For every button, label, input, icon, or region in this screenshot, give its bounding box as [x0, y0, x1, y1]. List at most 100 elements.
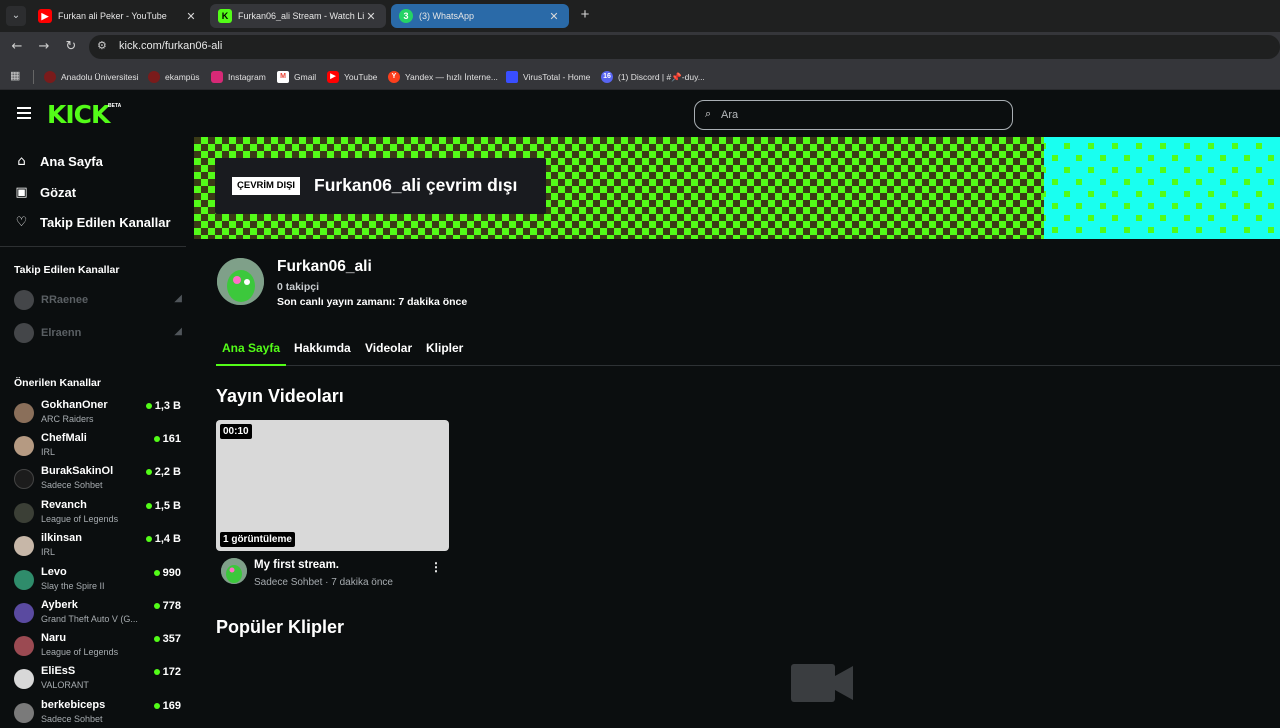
recommended-channel[interactable]: ilkinsan IRL 1,4 B	[14, 531, 184, 561]
recommended-channel[interactable]: EliEsS VALORANT 172	[14, 664, 184, 694]
channel-name: EliEsS	[41, 665, 76, 677]
channel-category: League of Legends	[41, 514, 119, 524]
avatar	[14, 503, 34, 523]
tab-clips[interactable]: Klipler	[426, 341, 463, 364]
bookmark-discord[interactable]: 16 (1) Discord | #📌-duy...	[601, 69, 705, 85]
recommended-channel[interactable]: GokhanOner ARC Raiders 1,3 B	[14, 398, 184, 428]
close-tab-icon[interactable]: ✕	[184, 10, 198, 23]
tab-about[interactable]: Hakkımda	[294, 341, 351, 364]
video-duration: 00:10	[220, 424, 252, 439]
browser-tab-youtube[interactable]: ▶ Furkan ali Peker - YouTube ✕	[30, 4, 206, 28]
browser-tab-strip: ⌄ ▶ Furkan ali Peker - YouTube ✕ K Furka…	[0, 0, 1280, 32]
sidebar-item-label: Ana Sayfa	[40, 153, 103, 169]
forward-arrow-icon[interactable]: →	[35, 38, 53, 56]
close-tab-icon[interactable]: ✕	[547, 10, 561, 23]
url-text: kick.com/furkan06-ali	[119, 40, 223, 52]
live-dot	[145, 503, 152, 509]
bookmark-instagram[interactable]: Instagram	[211, 69, 266, 85]
kick-icon: K	[218, 9, 232, 23]
recommended-channel[interactable]: Naru League of Legends 357	[14, 631, 184, 661]
bookmark-youtube[interactable]: ▶ YouTube	[327, 69, 377, 85]
recommended-channel[interactable]: Levo Slay the Spire II 990	[14, 565, 184, 595]
viewer-count-text: 1,3 B	[154, 400, 181, 412]
live-dot	[153, 669, 160, 675]
site-header: KICK BETA ⌕ Ara	[0, 91, 1280, 137]
bookmark-label: (1) Discord | #📌-duy...	[618, 71, 705, 82]
hamburger-menu-icon[interactable]	[17, 107, 31, 119]
viewer-count: 172	[153, 666, 181, 678]
recommended-channel[interactable]: ChefMali IRL 161	[14, 431, 184, 461]
virustotal-icon	[506, 71, 518, 83]
sidebar-item-browse[interactable]: ▣ Gözat	[14, 182, 76, 202]
back-arrow-icon[interactable]: ←	[8, 38, 26, 56]
channel-name: BurakSakinOl	[41, 465, 114, 477]
viewer-count: 161	[153, 433, 181, 445]
youtube-icon: ▶	[327, 71, 339, 83]
browser-tab-kick[interactable]: K Furkan06_ali Stream - Watch Live o ✕	[210, 4, 386, 28]
camera-shape	[791, 664, 853, 702]
tab-home[interactable]: Ana Sayfa	[216, 341, 287, 366]
tab-videos[interactable]: Videolar	[365, 341, 412, 364]
recommended-channel[interactable]: Revanch League of Legends 1,5 B	[14, 498, 184, 528]
avatar	[14, 603, 34, 623]
viewer-count: 2,2 B	[145, 466, 181, 478]
viewer-count-text: 169	[162, 700, 181, 712]
sidebar-item-following[interactable]: ♡ Takip Edilen Kanallar	[14, 212, 171, 232]
tab-title: (3) WhatsApp	[419, 11, 475, 21]
browser-tab-whatsapp[interactable]: 3 (3) WhatsApp ✕	[391, 4, 569, 28]
ekampus-icon	[148, 71, 160, 83]
bookmark-ekampus[interactable]: ekampüs	[148, 69, 200, 85]
channel-name: Naru	[41, 632, 67, 644]
avatar	[14, 323, 34, 343]
new-tab-button[interactable]: +	[576, 6, 594, 24]
bookmark-yandex[interactable]: Y Yandex — hızlı İnterne...	[388, 69, 498, 85]
search-placeholder: Ara	[721, 109, 739, 121]
site-settings-icon[interactable]: ⚙	[97, 39, 107, 52]
recommended-channel[interactable]: berkebiceps Sadece Sohbet 169	[14, 698, 184, 728]
viewer-count: 1,4 B	[145, 533, 181, 545]
home-icon: ⌂	[17, 153, 26, 169]
bookmark-divider	[33, 70, 34, 84]
tab-search-icon[interactable]: ⌄	[6, 6, 26, 26]
close-tab-icon[interactable]: ✕	[364, 10, 378, 23]
live-dot	[153, 603, 160, 609]
reload-icon[interactable]: ↻	[62, 38, 80, 56]
beta-badge: BETA	[108, 103, 122, 109]
channel-category: Grand Theft Auto V (G...	[41, 614, 138, 624]
kick-logo[interactable]: KICK	[47, 100, 110, 129]
channel-category: IRL	[41, 447, 56, 457]
bookmark-label: Instagram	[228, 72, 266, 82]
video-thumbnail[interactable]: 00:10 1 görüntüleme	[216, 420, 449, 551]
followed-channel[interactable]: RRaenee ◢	[14, 290, 184, 310]
channel-tabs: Ana Sayfa Hakkımda Videolar Klipler	[216, 338, 1280, 366]
video-meta: Sadece Sohbet · 7 dakika önce	[254, 577, 393, 588]
bookmark-virustotal[interactable]: VirusTotal - Home	[506, 69, 590, 85]
bookmark-gmail[interactable]: M Gmail	[277, 69, 316, 85]
followed-channel[interactable]: Elraenn ◢	[14, 323, 184, 343]
avatar-image	[221, 558, 247, 584]
bookmark-anadolu[interactable]: Anadolu Üniversitesi	[44, 69, 138, 85]
youtube-icon: ▶	[38, 9, 52, 23]
live-dot	[153, 570, 160, 576]
recommended-channel[interactable]: BurakSakinOl Sadece Sohbet 2,2 B	[14, 464, 184, 494]
channel-avatar[interactable]	[217, 258, 264, 305]
search-input[interactable]: ⌕ Ara	[694, 100, 1013, 130]
more-options-icon[interactable]: ⋮	[430, 560, 442, 574]
viewer-count: 990	[153, 567, 181, 579]
channel-category: VALORANT	[41, 680, 89, 690]
url-bar[interactable]: ⚙ kick.com/furkan06-ali	[89, 35, 1280, 59]
video-title[interactable]: My first stream.	[254, 559, 339, 571]
channel-name: ilkinsan	[41, 532, 82, 544]
channel-category: IRL	[41, 547, 56, 557]
sidebar-item-home[interactable]: ⌂ Ana Sayfa	[14, 151, 103, 171]
search-icon: ⌕	[705, 107, 712, 120]
channel-name: Levo	[41, 566, 67, 578]
discord-icon: 16	[601, 71, 613, 83]
apps-grid-icon[interactable]: ▦	[10, 69, 20, 82]
recommended-channel[interactable]: Ayberk Grand Theft Auto V (G... 778	[14, 598, 184, 628]
viewer-count-text: 1,5 B	[154, 500, 181, 512]
live-dot	[153, 436, 160, 442]
address-toolbar: ← → ↻ ⚙ kick.com/furkan06-ali	[0, 32, 1280, 62]
video-channel-avatar[interactable]	[221, 558, 247, 584]
offline-notice: ÇEVRİM DIŞI Furkan06_ali çevrim dışı	[215, 158, 546, 214]
